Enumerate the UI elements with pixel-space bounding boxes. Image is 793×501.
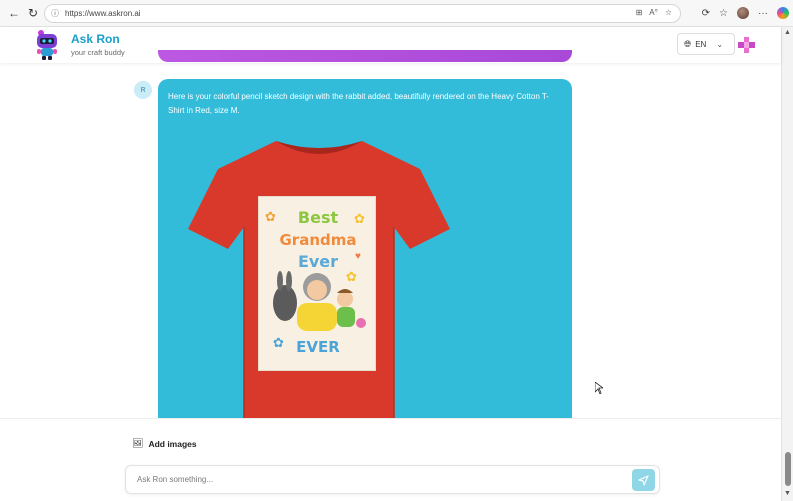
heart-icon: ♥: [355, 251, 361, 262]
send-icon: [638, 474, 649, 486]
grandma-illustration: [273, 271, 366, 331]
design-text-ever-bottom: EVER: [296, 338, 340, 356]
message-input[interactable]: [127, 467, 627, 492]
favorites-bar-icon[interactable]: ☆: [719, 8, 728, 19]
chat-area: R Here is your colorful pencil sketch de…: [0, 63, 781, 424]
scroll-thumb[interactable]: [785, 452, 791, 486]
flower-icon: ✿: [265, 209, 276, 224]
bot-message-text: Here is your colorful pencil sketch desi…: [168, 92, 549, 115]
url-text: https://www.askron.ai: [65, 9, 141, 18]
language-selector[interactable]: 🌐︎ EN ⌄: [677, 33, 735, 55]
plus-brand-icon[interactable]: [738, 37, 755, 53]
copilot-icon[interactable]: [777, 7, 789, 19]
add-images-label: Add images: [148, 438, 197, 449]
extensions-icon[interactable]: ⟳: [702, 8, 710, 19]
read-aloud-icon[interactable]: A°: [649, 8, 658, 17]
brand-tagline: your craft buddy: [71, 48, 125, 57]
app-header: Ask Ron your craft buddy 🌐︎ EN ⌄: [0, 27, 781, 63]
favorite-icon[interactable]: ☆: [665, 8, 672, 17]
browser-toolbar: ← ↻ ⓘ https://www.askron.ai ⊞ A° ☆ ⟳ ☆ ·…: [0, 0, 793, 27]
scroll-up-icon[interactable]: ▲: [784, 29, 791, 36]
more-icon[interactable]: ···: [758, 8, 768, 19]
chevron-down-icon: ⌄: [716, 39, 724, 49]
browser-window: ← ↻ ⓘ https://www.askron.ai ⊞ A° ☆ ⟳ ☆ ·…: [0, 0, 793, 501]
address-bar[interactable]: ⓘ https://www.askron.ai ⊞ A° ☆: [44, 4, 681, 23]
brand-name[interactable]: Ask Ron: [71, 32, 120, 46]
site-info-icon[interactable]: ⓘ: [51, 8, 59, 19]
bot-avatar: R: [134, 81, 152, 99]
mouse-cursor-icon: [595, 382, 603, 394]
add-images-button[interactable]: 🖼︎ Add images: [132, 438, 197, 449]
design-text-grandma: Grandma: [279, 231, 357, 249]
flower-icon: ✿: [354, 211, 365, 226]
globe-icon: 🌐︎: [684, 38, 692, 49]
previous-message-bubble: [158, 50, 572, 62]
composer-area: 🖼︎ Add images: [0, 418, 781, 501]
send-button[interactable]: [632, 469, 655, 491]
message-composer: [125, 465, 660, 494]
refresh-icon[interactable]: ↻: [22, 2, 44, 24]
ask-ron-logo[interactable]: [34, 29, 60, 61]
tshirt-design-print: Best Grandma Ever ✿ ✿ ♥ ✿ ✿ EVER: [258, 196, 376, 371]
reader-view-icon[interactable]: ⊞: [636, 8, 643, 17]
bot-message-bubble: Here is your colorful pencil sketch desi…: [158, 79, 572, 424]
image-icon: 🖼︎: [132, 438, 144, 448]
page-scrollbar[interactable]: ▲ ▼: [781, 27, 793, 501]
language-code: EN: [695, 39, 707, 49]
scroll-down-icon[interactable]: ▼: [784, 490, 791, 497]
profile-icon[interactable]: [737, 7, 749, 19]
